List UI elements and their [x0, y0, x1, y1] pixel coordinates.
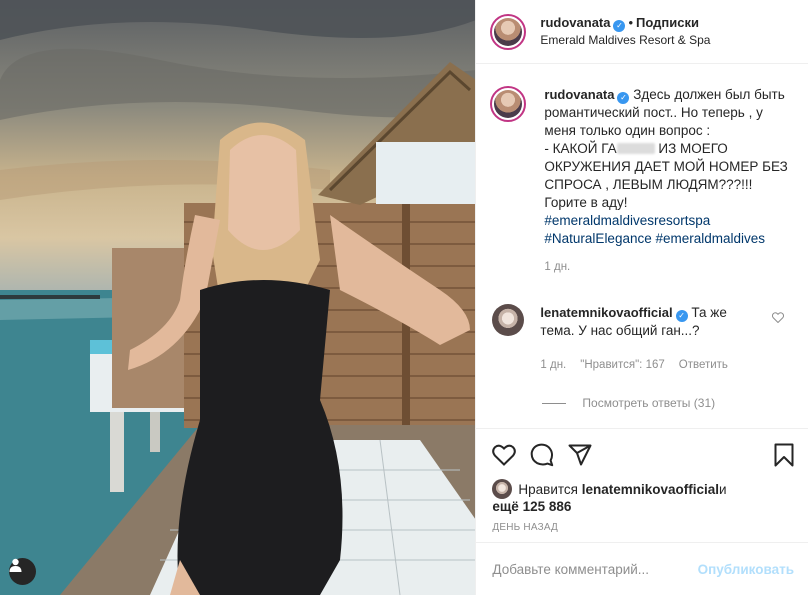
reply-button[interactable]: Ответить	[679, 356, 728, 374]
liker-username[interactable]: lenatemnikovaofficial	[582, 481, 719, 498]
censored-word	[616, 143, 655, 154]
verified-icon: ✓	[617, 92, 630, 104]
commenter-username[interactable]: lenatemnikovaofficial	[540, 305, 672, 320]
instagram-post: rudovanata ✓ • Подписки Emerald Maldives Re…	[0, 0, 808, 595]
post-photo[interactable]	[0, 0, 476, 595]
author-username[interactable]: rudovanata	[540, 15, 610, 30]
post-date[interactable]: ДЕНЬ НАЗАД	[492, 522, 794, 533]
caption-avatar[interactable]	[490, 86, 527, 122]
likes-prefix: Нравится	[518, 481, 578, 497]
share-icon[interactable]	[568, 444, 592, 466]
comment-heart-icon[interactable]	[772, 312, 784, 323]
commenter-avatar[interactable]	[492, 304, 525, 336]
hashtag-link[interactable]: #NaturalElegance	[544, 231, 651, 246]
caption-text: - КАКОЙ ГА	[544, 141, 617, 156]
post-sidebar: rudovanata ✓ • Подписки Emerald Maldives Re…	[475, 0, 808, 595]
add-comment-bar: Добавьте комментарий... Опубликовать	[476, 542, 808, 595]
view-replies-button[interactable]: Посмотреть ответы (31)	[542, 396, 792, 410]
comments-section: rudovanata ✓ Здесь должен был быть романт…	[476, 64, 808, 410]
verified-icon: ✓	[613, 20, 626, 32]
comment-likes[interactable]: "Нравится": 167	[580, 356, 665, 374]
user-tag-icon[interactable]	[9, 558, 36, 585]
bookmark-icon[interactable]	[774, 443, 794, 467]
post-header: rudovanata ✓ • Подписки Emerald Maldives Re…	[476, 0, 808, 64]
publish-button[interactable]: Опубликовать	[698, 562, 794, 577]
comment: lenatemnikovaofficial ✓ Та же тема. У нас…	[490, 304, 792, 374]
verified-icon: ✓	[675, 310, 688, 322]
comment-icon[interactable]	[530, 443, 554, 467]
photo-scene	[0, 0, 476, 595]
comment-time[interactable]: 1 дн.	[540, 356, 566, 374]
likes-summary: Нравится lenatemnikovaofficial и	[492, 479, 794, 499]
liker-avatar[interactable]	[492, 479, 513, 499]
comment-input[interactable]: Добавьте комментарий...	[492, 562, 697, 577]
caption-text: Горите в аду!	[544, 195, 628, 210]
author-avatar[interactable]	[490, 13, 527, 50]
post-actions: Нравится lenatemnikovaofficial и ещё 125…	[476, 428, 808, 533]
hashtag-link[interactable]: #emeraldmaldivesresortspa	[544, 213, 710, 228]
following-button[interactable]: Подписки	[636, 15, 699, 30]
location-link[interactable]: Emerald Maldives Resort & Spa	[540, 32, 710, 49]
separator-dot: •	[628, 15, 634, 30]
hashtag-link[interactable]: #emeraldmaldives	[656, 231, 766, 246]
caption-time[interactable]: 1 дн.	[544, 258, 792, 276]
view-replies-label: Посмотреть ответы (31)	[582, 396, 716, 410]
heart-icon[interactable]	[492, 444, 517, 466]
likes-suffix: и	[719, 481, 727, 497]
caption-username[interactable]: rudovanata	[544, 87, 614, 102]
likes-count-button[interactable]: ещё 125 886	[492, 499, 571, 514]
caption: rudovanata ✓ Здесь должен был быть романт…	[490, 86, 792, 276]
